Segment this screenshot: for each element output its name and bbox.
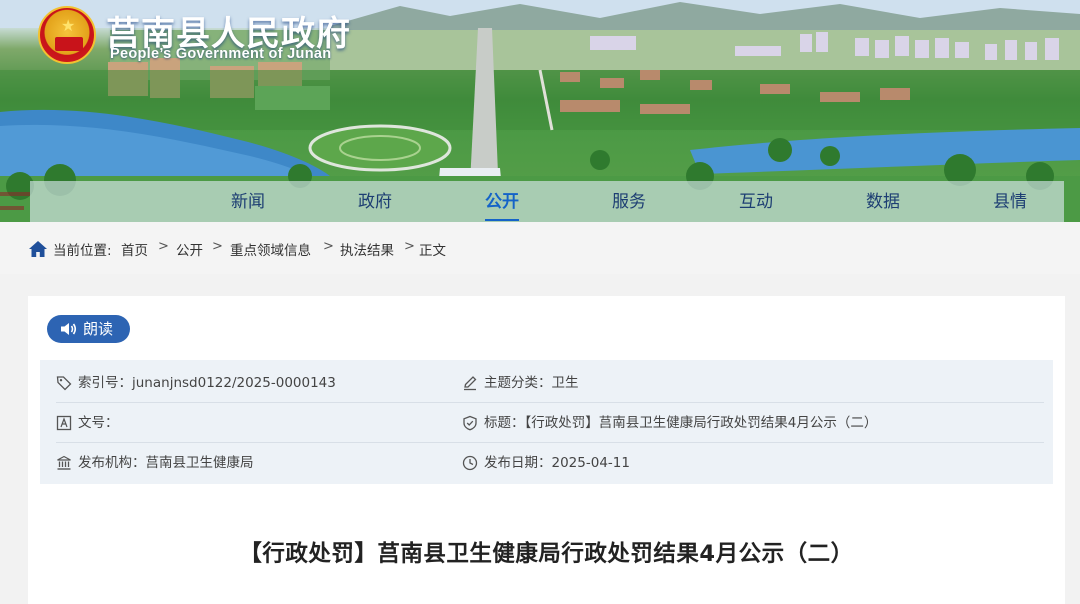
document-metadata: 索引号：junanjnsd0122/2025-0000143 主题分类：卫生 文… [40,360,1053,484]
edit-icon [464,376,477,391]
speaker-icon [61,323,77,335]
metadata-row: 发布机构：莒南县卫生健康局 发布日期：2025-04-11 [56,443,1044,483]
national-emblem-icon: ★ [38,6,96,64]
nav-item-services[interactable]: 服务 [584,181,674,222]
read-aloud-button[interactable]: 朗读 [47,315,130,343]
breadcrumb-enforcement-results[interactable]: 执法结果 [340,239,394,259]
breadcrumb-current: 正文 [419,243,446,259]
publish-date-text: 发布日期：2025-04-11 [484,455,630,471]
metadata-row: 索引号：junanjnsd0122/2025-0000143 主题分类：卫生 [56,363,1044,403]
nav-item-open[interactable]: 公开 [457,181,547,222]
publisher-text: 发布机构：莒南县卫生健康局 [78,455,254,471]
nav-item-interaction[interactable]: 互动 [711,181,801,222]
topic-category-text: 主题分类：卫生 [484,375,579,391]
document-number-icon [56,415,72,431]
breadcrumb-separator: > [212,239,223,254]
read-aloud-label: 朗读 [83,320,114,338]
shield-check-icon [463,415,477,431]
tag-icon [56,376,72,391]
breadcrumb-prefix: 当前位置: [53,243,112,259]
breadcrumb-home[interactable]: 首页 [121,239,148,259]
star-icon: ★ [61,16,76,35]
article-title: 【行政处罚】莒南县卫生健康局行政处罚结果4月公示（二） [239,541,854,567]
nav-item-data[interactable]: 数据 [838,181,928,222]
breadcrumb: 当前位置: 首页 > 公开 > 重点领域信息 > 执法结果 > 正文 [0,222,1080,274]
main-nav: 新闻 政府 公开 服务 互动 数据 县情 [30,181,1064,222]
home-icon [29,241,47,257]
breadcrumb-separator: > [404,239,415,254]
article-card: 朗读 索引号：junanjnsd0122/2025-0000143 主题分类：卫… [28,296,1065,604]
breadcrumb-key-areas[interactable]: 重点领域信息 [230,239,311,259]
breadcrumb-open[interactable]: 公开 [176,239,203,259]
site-subtitle: People’s Government of Junan [110,46,332,62]
metadata-row: 文号： 标题：【行政处罚】莒南县卫生健康局行政处罚结果4月公示（二） [56,403,1044,443]
nav-item-county-info[interactable]: 县情 [965,181,1055,222]
document-number-text: 文号： [78,415,119,431]
index-number-text: 索引号：junanjnsd0122/2025-0000143 [78,375,336,391]
breadcrumb-separator: > [323,239,334,254]
nav-item-government[interactable]: 政府 [330,181,420,222]
breadcrumb-separator: > [158,239,169,254]
nav-item-news[interactable]: 新闻 [203,181,293,222]
tiananmen-gate-icon [55,37,83,51]
institution-icon [57,455,71,470]
document-title-text: 标题：【行政处罚】莒南县卫生健康局行政处罚结果4月公示（二） [484,415,878,431]
header-banner: ★ 莒南县人民政府 People’s Government of Junan 新… [0,0,1080,222]
clock-icon [462,455,478,471]
